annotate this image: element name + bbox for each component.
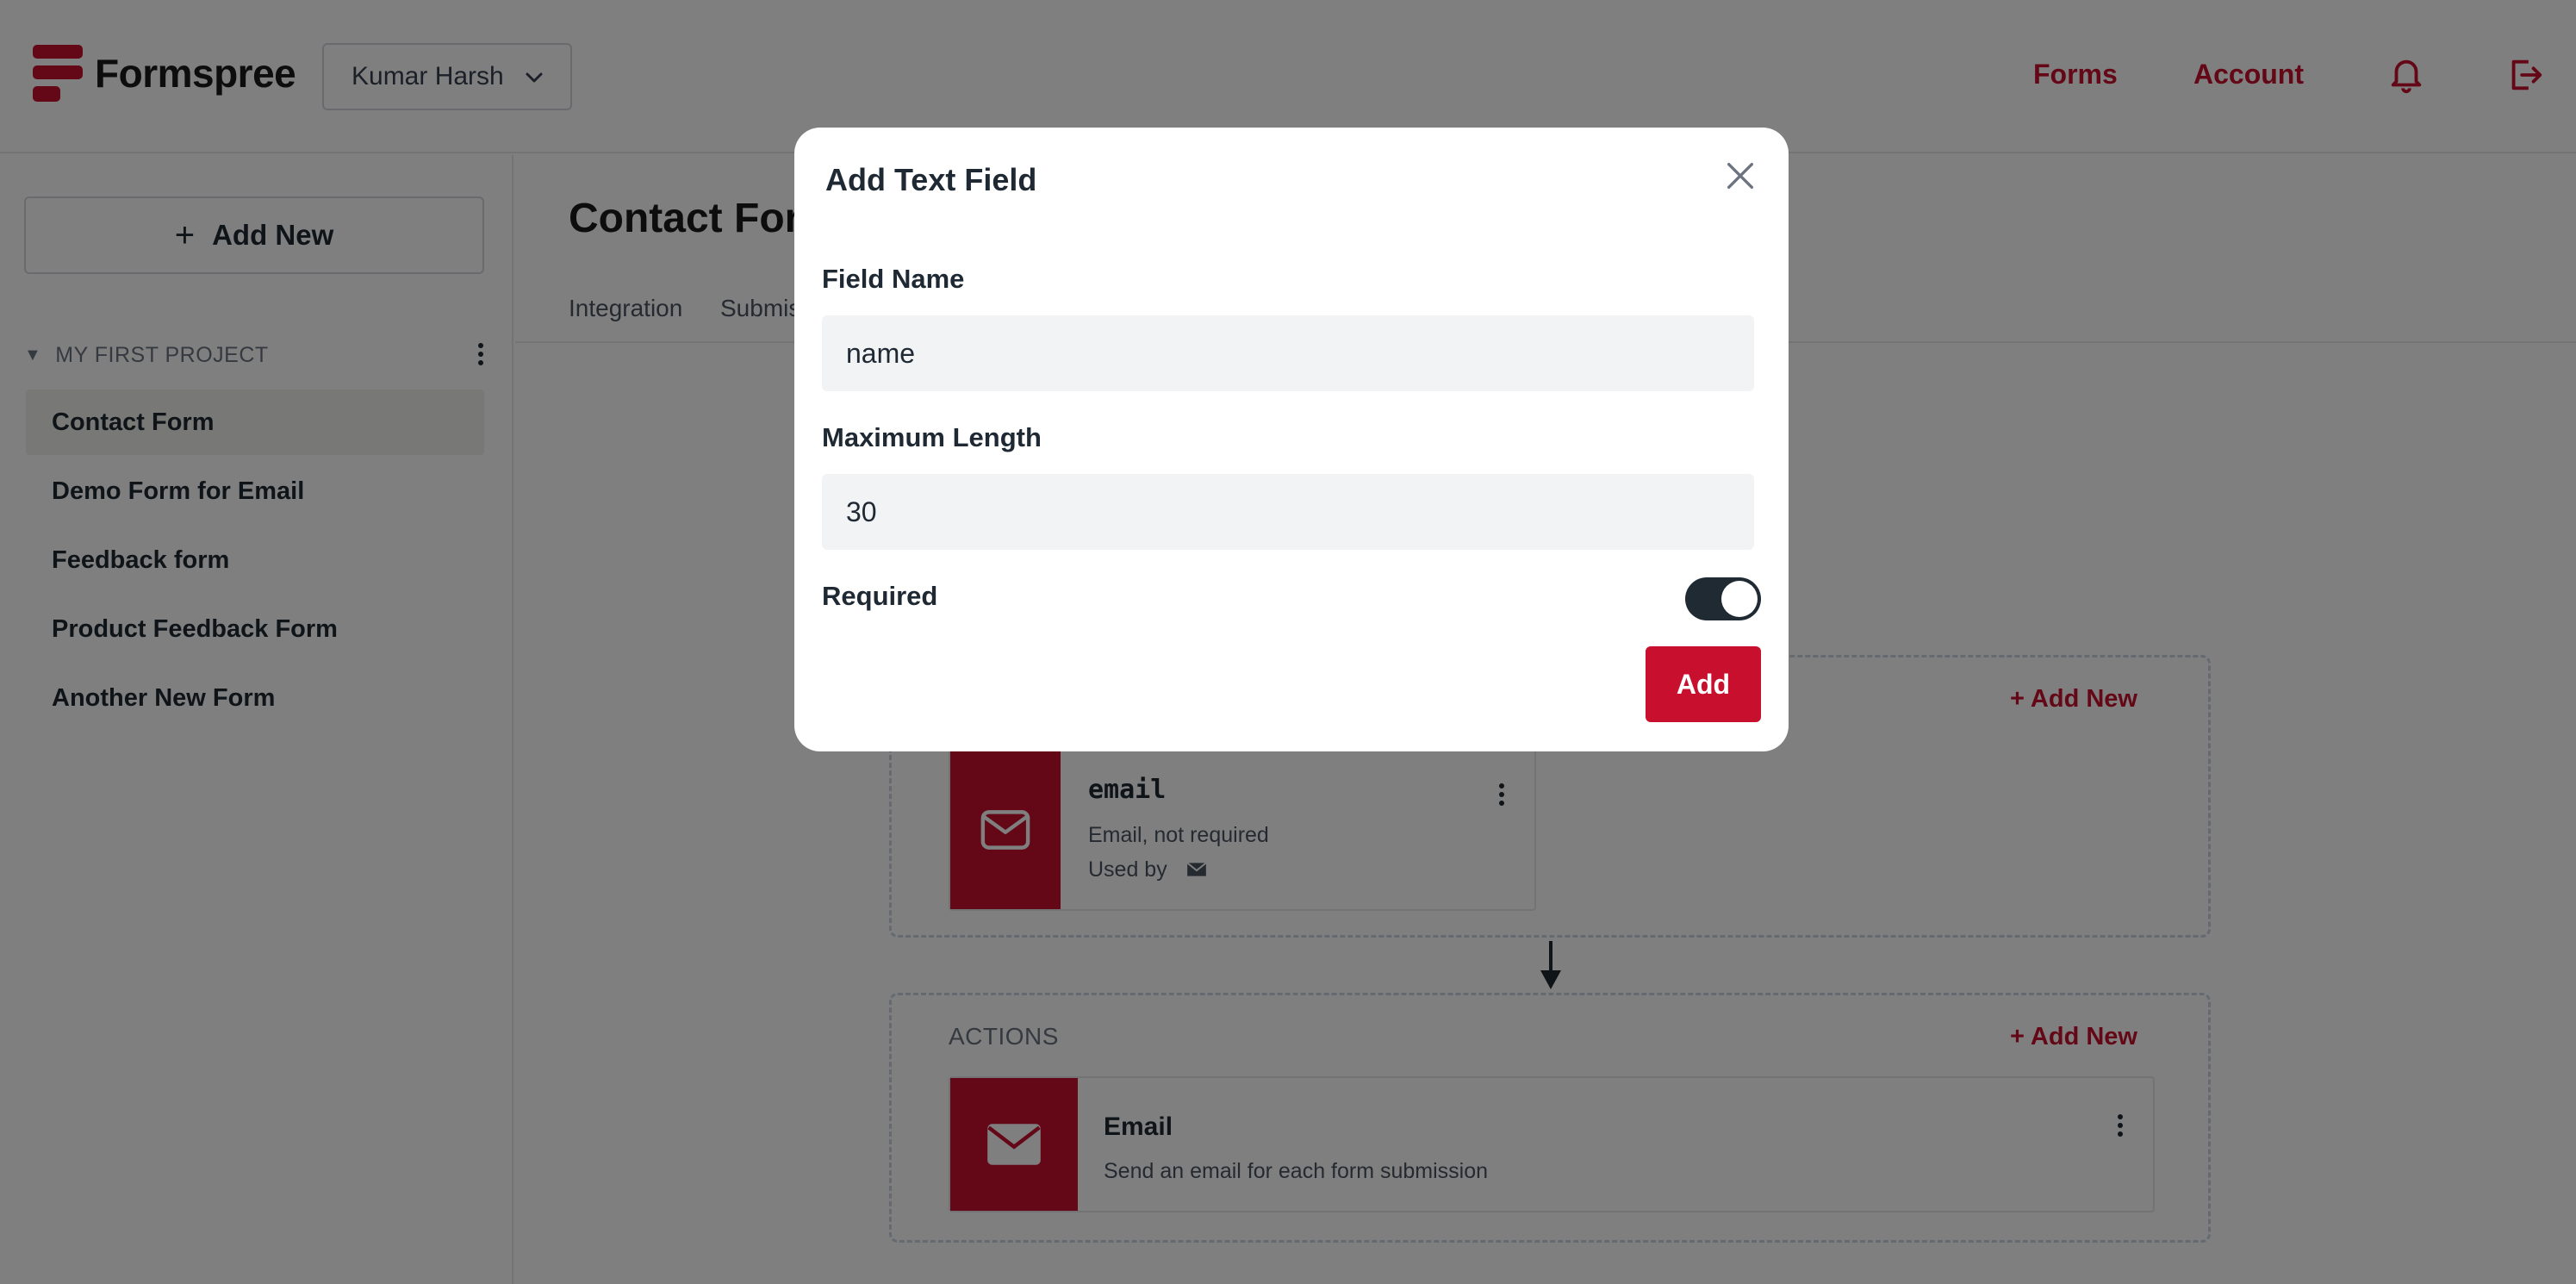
required-label: Required — [822, 581, 938, 611]
max-length-input[interactable] — [822, 474, 1754, 550]
add-field-button[interactable]: Add — [1646, 646, 1761, 722]
toggle-knob — [1721, 581, 1758, 617]
close-icon[interactable] — [1723, 159, 1758, 193]
max-length-label: Maximum Length — [822, 422, 1042, 452]
field-name-label: Field Name — [822, 264, 965, 294]
dialog-title: Add Text Field — [825, 162, 1037, 197]
add-text-field-dialog: Add Text Field Field Name Maximum Length… — [794, 128, 1789, 751]
field-name-input[interactable] — [822, 315, 1754, 391]
required-toggle[interactable] — [1685, 577, 1761, 620]
